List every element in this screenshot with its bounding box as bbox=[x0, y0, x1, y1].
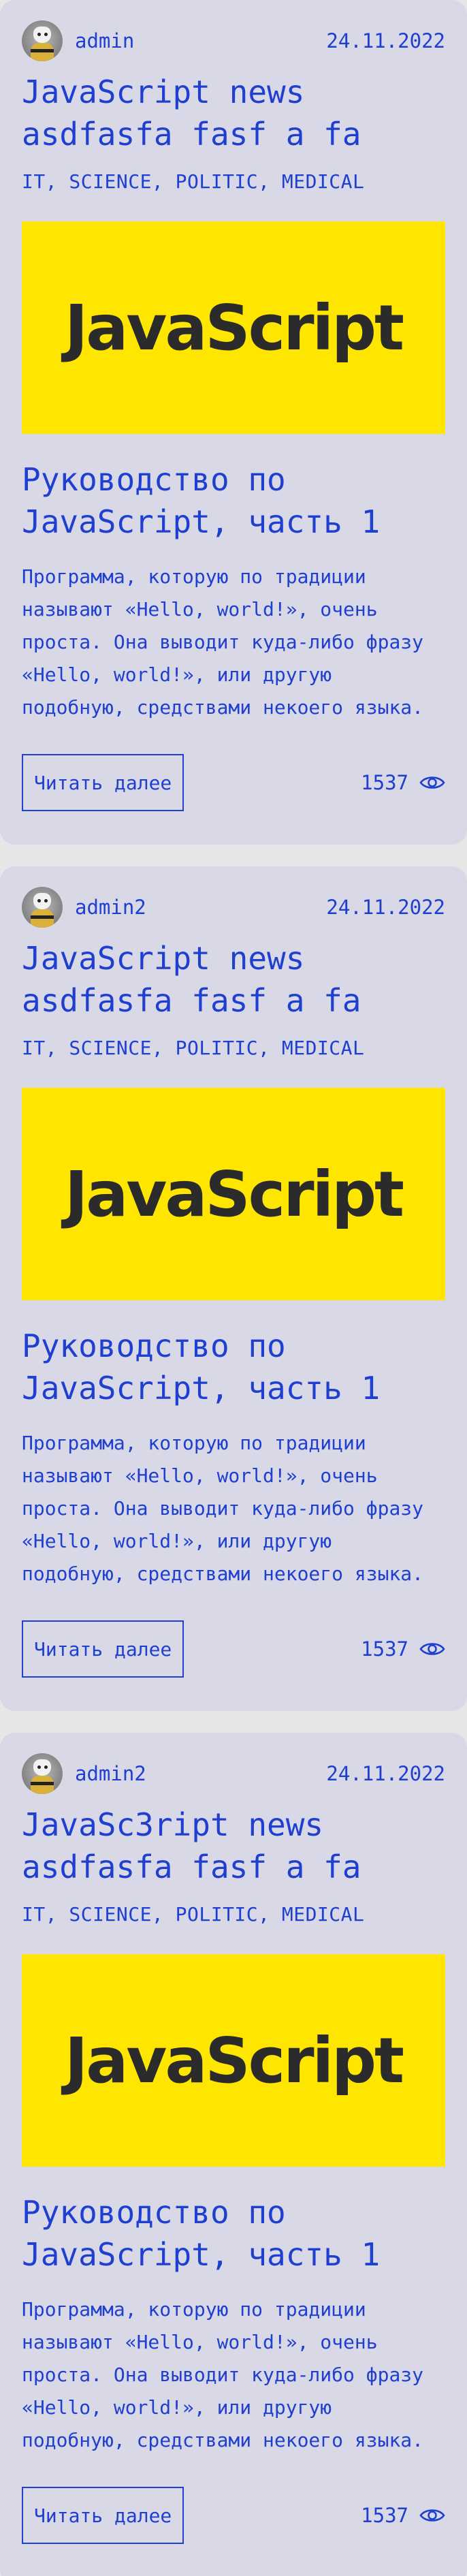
read-more-button[interactable]: Читать далее bbox=[22, 2487, 184, 2544]
eye-icon bbox=[419, 1643, 445, 1655]
eye-icon bbox=[419, 2509, 445, 2522]
view-count-value: 1537 bbox=[361, 771, 408, 794]
banner-logo-text: JavaScript bbox=[65, 1157, 404, 1231]
banner-logo-text: JavaScript bbox=[65, 2024, 404, 2097]
post-date: 24.11.2022 bbox=[326, 896, 445, 919]
read-more-button[interactable]: Читать далее bbox=[22, 1620, 184, 1678]
avatar[interactable] bbox=[22, 1753, 63, 1794]
author-name[interactable]: admin2 bbox=[75, 896, 146, 919]
post-footer: Читать далее 1537 bbox=[22, 2487, 445, 2544]
post-subtitle: Руководство по JavaScript, часть 1 bbox=[22, 1328, 381, 1407]
post-tags[interactable]: IT, SCIENCE, POLITIC, MEDICAL bbox=[22, 1037, 445, 1059]
post-meta: admin2 24.11.2022 bbox=[22, 1753, 445, 1794]
post-card: admin2 24.11.2022 JavaScript news asdfas… bbox=[0, 866, 467, 1711]
post-footer: Читать далее 1537 bbox=[22, 754, 445, 811]
post-banner-image[interactable]: JavaScript bbox=[22, 1954, 445, 2167]
author-name[interactable]: admin2 bbox=[75, 1762, 146, 1785]
view-count: 1537 bbox=[361, 1637, 445, 1661]
post-author[interactable]: admin bbox=[22, 20, 134, 61]
read-more-button[interactable]: Читать далее bbox=[22, 754, 184, 811]
avatar[interactable] bbox=[22, 887, 63, 928]
post-tags[interactable]: IT, SCIENCE, POLITIC, MEDICAL bbox=[22, 170, 445, 193]
post-title[interactable]: JavaScript news asdfasfa fasf a fa bbox=[22, 937, 445, 1022]
post-title[interactable]: JavaSc3ript news asdfasfa fasf a fa bbox=[22, 1804, 445, 1888]
post-title[interactable]: JavaScript news asdfasfa fasf a fa bbox=[22, 71, 445, 155]
author-name[interactable]: admin bbox=[75, 29, 134, 52]
post-excerpt: Программа, которую по традиции называют … bbox=[22, 1432, 424, 1585]
post-feed: admin 24.11.2022 JavaScript news asdfasf… bbox=[0, 0, 467, 2576]
post-card: admin2 24.11.2022 JavaSc3ript news asdfa… bbox=[0, 1733, 467, 2576]
post-footer: Читать далее 1537 bbox=[22, 1620, 445, 1678]
view-count-value: 1537 bbox=[361, 2504, 408, 2527]
post-subtitle: Руководство по JavaScript, часть 1 bbox=[22, 2194, 381, 2273]
post-card: admin 24.11.2022 JavaScript news asdfasf… bbox=[0, 0, 467, 845]
view-count-value: 1537 bbox=[361, 1637, 408, 1661]
post-banner-image[interactable]: JavaScript bbox=[22, 221, 445, 434]
post-meta: admin 24.11.2022 bbox=[22, 20, 445, 61]
post-date: 24.11.2022 bbox=[326, 29, 445, 52]
post-date: 24.11.2022 bbox=[326, 1762, 445, 1785]
post-author[interactable]: admin2 bbox=[22, 1753, 146, 1794]
view-count: 1537 bbox=[361, 2504, 445, 2527]
post-excerpt: Программа, которую по традиции называют … bbox=[22, 2298, 424, 2451]
post-meta: admin2 24.11.2022 bbox=[22, 887, 445, 928]
avatar[interactable] bbox=[22, 20, 63, 61]
view-count: 1537 bbox=[361, 771, 445, 794]
post-banner-image[interactable]: JavaScript bbox=[22, 1088, 445, 1300]
post-tags[interactable]: IT, SCIENCE, POLITIC, MEDICAL bbox=[22, 1903, 445, 1926]
banner-logo-text: JavaScript bbox=[65, 291, 404, 364]
post-subtitle: Руководство по JavaScript, часть 1 bbox=[22, 461, 381, 540]
eye-icon bbox=[419, 776, 445, 789]
post-author[interactable]: admin2 bbox=[22, 887, 146, 928]
post-excerpt: Программа, которую по традиции называют … bbox=[22, 565, 424, 719]
